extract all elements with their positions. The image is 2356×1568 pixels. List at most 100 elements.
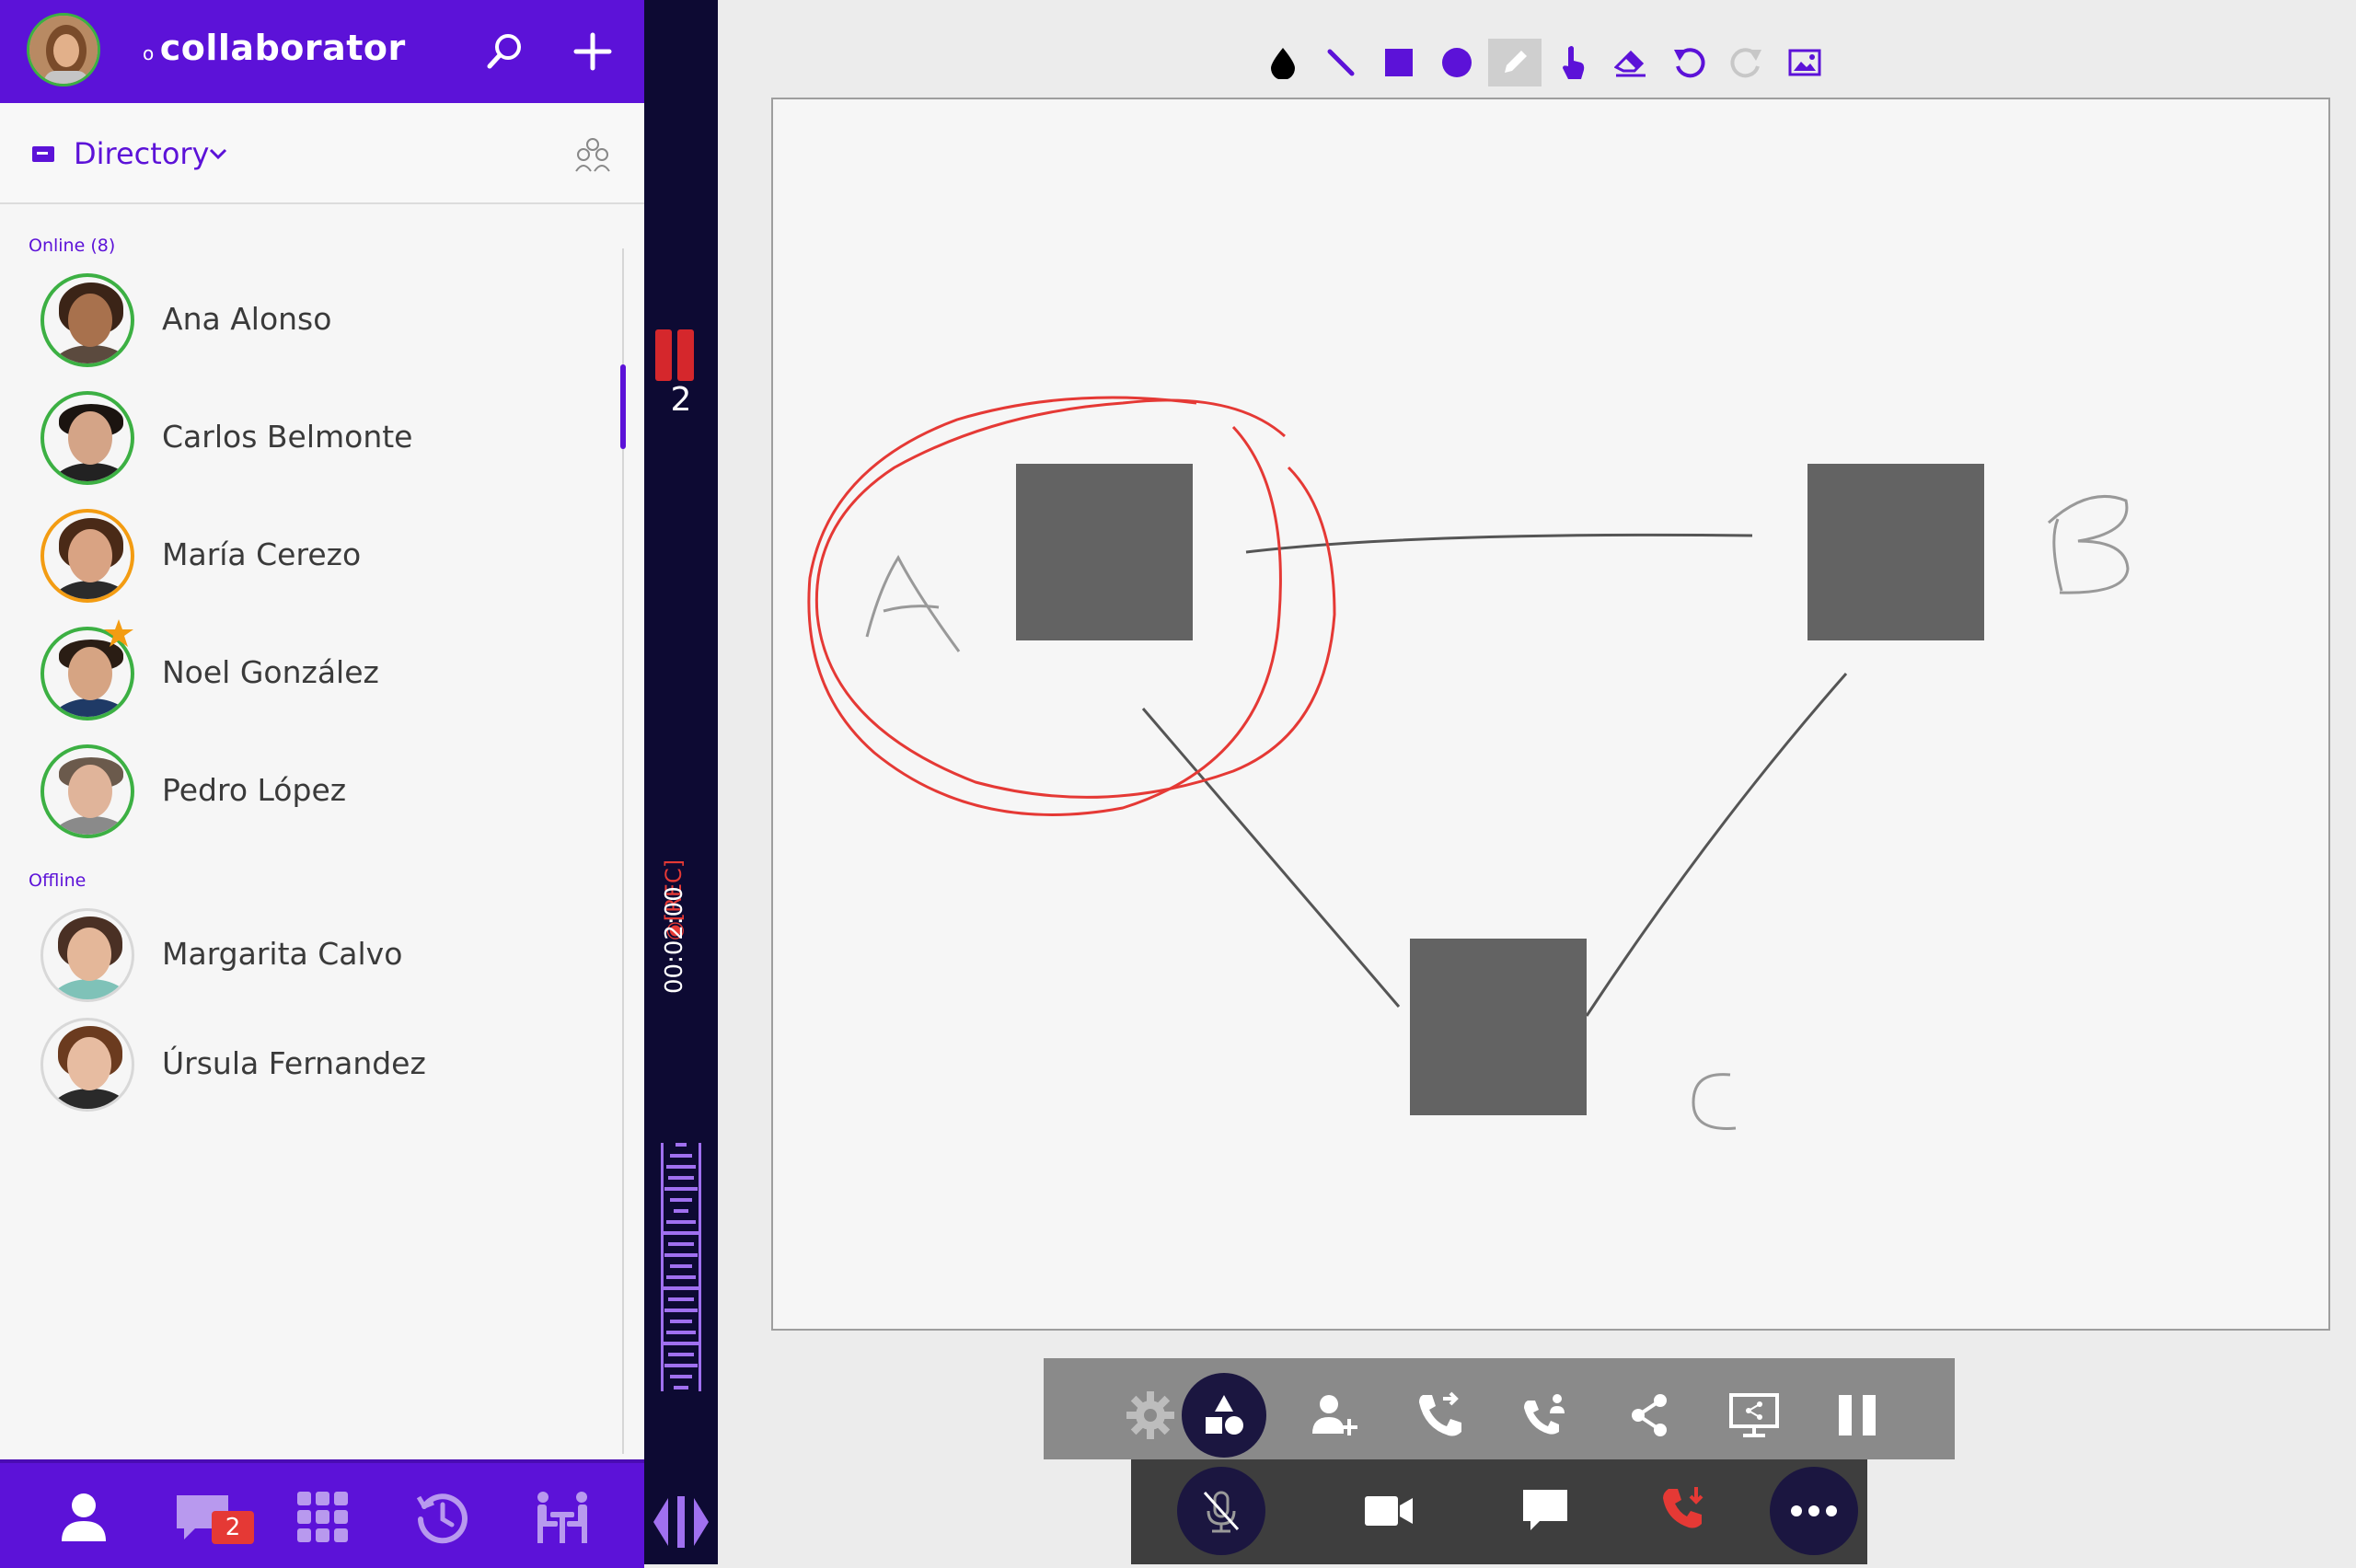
circle-tool-button[interactable] (1430, 39, 1484, 86)
hang-up-icon (1663, 1487, 1703, 1528)
connection-line (1585, 673, 1848, 1017)
recording-indicator (677, 329, 694, 381)
rectangle-tool-button[interactable] (1372, 39, 1426, 86)
video-button[interactable] (1345, 1467, 1433, 1555)
undo-icon (1674, 48, 1705, 78)
contact-item[interactable]: Pedro López (0, 735, 607, 846)
meeting-icon (537, 1492, 587, 1543)
directory-label: Directory (74, 136, 210, 171)
connection-line (1141, 708, 1401, 1008)
contact-item[interactable]: María Cerezo (0, 500, 607, 610)
nav-contacts-button[interactable] (52, 1485, 116, 1550)
pause-icon (1839, 1395, 1876, 1435)
line-tool-button[interactable] (1314, 39, 1368, 86)
eraser-tool-button[interactable] (1604, 39, 1657, 86)
offline-section-label: Offline (29, 870, 87, 891)
hold-button[interactable] (1815, 1373, 1900, 1458)
my-avatar-image (29, 16, 98, 84)
screen-share-icon (1729, 1393, 1779, 1437)
contact-item[interactable]: Noel González (0, 617, 607, 728)
microphone-muted-icon (1203, 1491, 1240, 1533)
favorite-star-icon (104, 619, 133, 647)
app-logo-prefix: o (143, 42, 155, 64)
contact-name: Úrsula Fernandez (162, 1045, 426, 1081)
connection-line (1245, 533, 1753, 554)
contact-item[interactable]: Úrsula Fernandez (0, 1009, 607, 1119)
chevron-down-icon (209, 148, 227, 160)
contact-name: Noel González (162, 654, 379, 690)
search-button[interactable] (479, 26, 530, 77)
more-options-button[interactable] (1770, 1467, 1858, 1555)
plus-icon (573, 32, 612, 71)
share-button[interactable] (1607, 1373, 1692, 1458)
gear-icon (1126, 1391, 1174, 1439)
eraser-icon (1614, 50, 1646, 77)
node-box-c (1410, 939, 1587, 1115)
nav-meetings-button[interactable] (530, 1485, 595, 1550)
add-button[interactable] (567, 26, 618, 77)
panel-resize-handle[interactable] (650, 1491, 712, 1553)
conference-call-button[interactable] (1502, 1373, 1587, 1458)
undo-button[interactable] (1662, 39, 1715, 86)
more-icon (1791, 1505, 1837, 1516)
hang-up-button[interactable] (1639, 1467, 1727, 1555)
avatar (40, 908, 134, 1002)
app-logo-text: collaborator (159, 28, 406, 68)
call-options-toolbar (1044, 1358, 1955, 1459)
pencil-icon (1505, 51, 1527, 73)
mute-button[interactable] (1177, 1467, 1265, 1555)
contact-name: Carlos Belmonte (162, 419, 413, 455)
touch-tool-button[interactable] (1546, 39, 1600, 86)
groups-icon[interactable] (572, 136, 613, 173)
directory-selector[interactable]: Directory (0, 103, 644, 204)
line-icon (1327, 49, 1355, 76)
transfer-call-button[interactable] (1397, 1373, 1482, 1458)
call-transfer-icon (1419, 1391, 1461, 1436)
chat-button[interactable] (1501, 1467, 1589, 1555)
contact-item[interactable]: Carlos Belmonte (0, 382, 607, 492)
settings-button[interactable] (1108, 1373, 1193, 1458)
contacts-scrollbar-thumb[interactable] (620, 364, 626, 449)
avatar (40, 1018, 134, 1112)
share-screen-button[interactable] (1712, 1373, 1796, 1458)
pencil-tool-button[interactable] (1488, 39, 1542, 86)
directory-icon (32, 146, 54, 162)
contact-item[interactable]: Margarita Calvo (0, 899, 607, 1009)
shapes-icon (1206, 1395, 1243, 1435)
image-icon (1788, 49, 1821, 76)
chat-bubble-icon (1523, 1490, 1567, 1530)
participant-count: 2 (670, 381, 692, 419)
handwritten-label-a (865, 554, 961, 652)
circle-icon (1442, 48, 1472, 77)
nav-history-button[interactable] (410, 1485, 475, 1550)
color-tool-button[interactable] (1256, 39, 1310, 86)
app-logo: o collaborator (143, 28, 406, 68)
node-box-b (1807, 464, 1984, 640)
add-participant-button[interactable] (1292, 1373, 1377, 1458)
insert-image-button[interactable] (1778, 39, 1831, 86)
share-icon (1632, 1394, 1667, 1436)
whiteboard-button[interactable] (1182, 1373, 1266, 1458)
contact-item[interactable]: Ana Alonso (0, 264, 607, 375)
node-box-a (1016, 464, 1193, 640)
avatar (40, 744, 134, 838)
online-section-label: Online (8) (29, 236, 116, 256)
whiteboard-canvas[interactable]: A B C (771, 98, 2330, 1331)
contacts-panel: o collaborator Directory Online (8) Ana … (0, 0, 644, 1568)
handwritten-label-c (1692, 1073, 1737, 1130)
avatar (40, 391, 134, 485)
recording-indicator (655, 329, 672, 381)
handwritten-label-b (2047, 494, 2130, 594)
conference-call-icon (1524, 1394, 1565, 1435)
contact-name: Ana Alonso (162, 301, 332, 337)
whiteboard-toolbar (1256, 39, 1836, 86)
grid-icon (297, 1492, 348, 1542)
call-main-controls (1131, 1459, 1867, 1564)
nav-apps-button[interactable] (291, 1485, 355, 1550)
video-camera-icon (1365, 1496, 1413, 1526)
call-timer: 00:02:00 (661, 886, 688, 994)
my-avatar[interactable] (27, 13, 100, 86)
redo-button[interactable] (1720, 39, 1773, 86)
touch-icon (1563, 46, 1585, 79)
chat-unread-badge: 2 (212, 1511, 254, 1544)
